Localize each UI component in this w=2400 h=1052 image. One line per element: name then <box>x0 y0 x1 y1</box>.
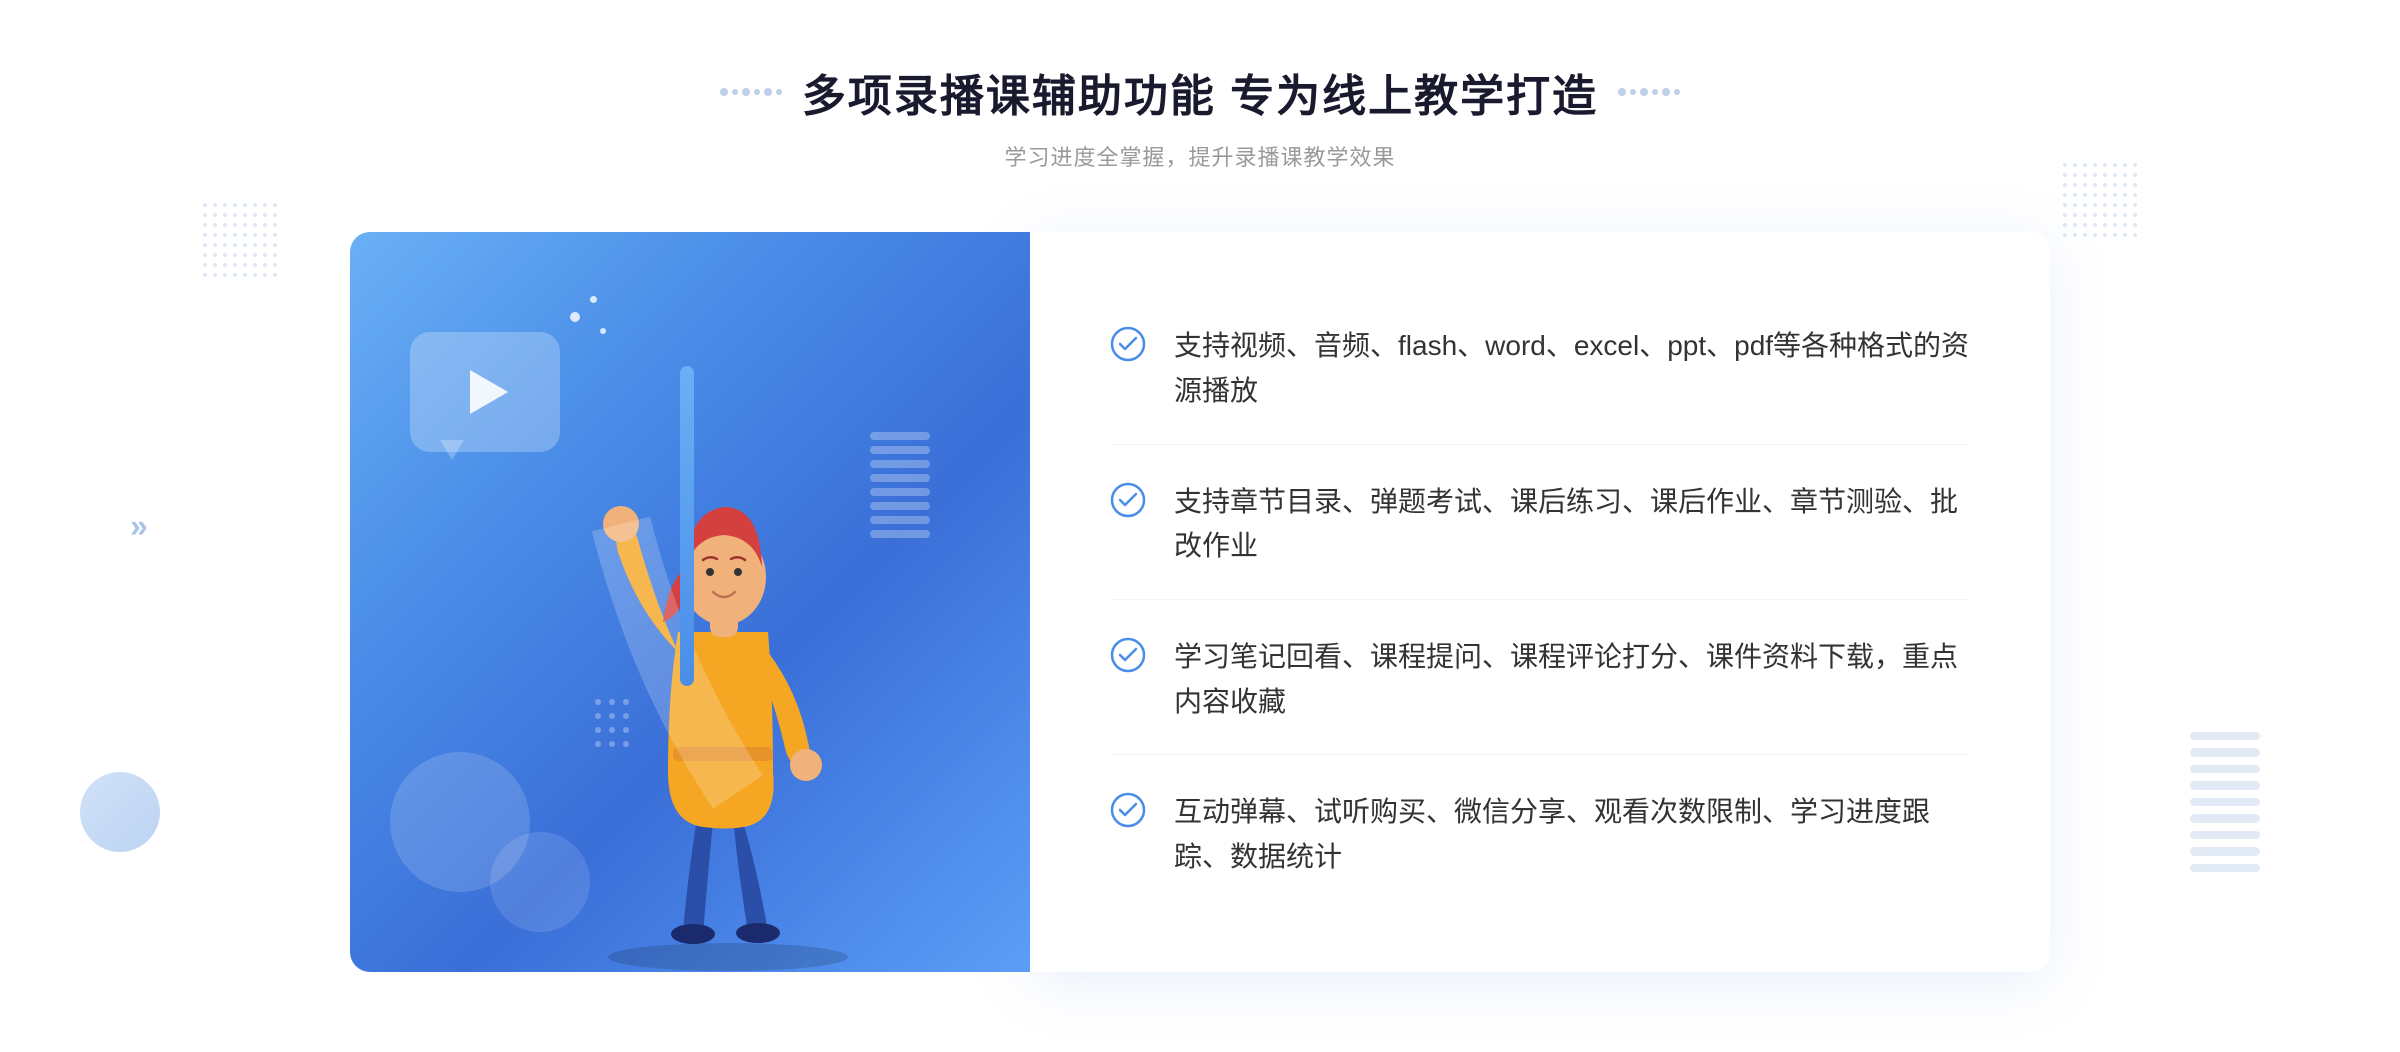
page-title: 多项录播课辅助功能 专为线上教学打造 <box>802 60 1598 124</box>
dots-left-deco <box>720 88 782 96</box>
features-card: 支持视频、音频、flash、word、excel、ppt、pdf等各种格式的资源… <box>1030 232 2050 972</box>
feature-item-4: 互动弹幕、试听购买、微信分享、观看次数限制、学习进度跟踪、数据统计 <box>1110 760 1970 910</box>
feature-item-1: 支持视频、音频、flash、word、excel、ppt、pdf等各种格式的资源… <box>1110 294 1970 445</box>
check-icon-2 <box>1110 482 1146 518</box>
card-accent-bar <box>680 366 694 686</box>
main-content: 支持视频、音频、flash、word、excel、ppt、pdf等各种格式的资源… <box>350 232 2050 972</box>
outer-circle-decoration <box>80 772 160 852</box>
feature-item-3: 学习笔记回看、课程提问、课程评论打分、课件资料下载，重点内容收藏 <box>1110 605 1970 756</box>
feature-text-1: 支持视频、音频、flash、word、excel、ppt、pdf等各种格式的资源… <box>1174 324 1970 414</box>
page-wrapper: » 多项录播课辅助功能 专为线上教学打造 学习进度全掌握，提升录播课教学效 <box>0 0 2400 1052</box>
dots-decoration-left <box>200 200 280 280</box>
outer-stripes-decoration <box>2190 732 2260 872</box>
figure-illustration <box>538 392 918 972</box>
chevron-left-icon: » <box>130 508 148 545</box>
feature-text-2: 支持章节目录、弹题考试、课后练习、课后作业、章节测验、批改作业 <box>1174 480 1970 570</box>
header-section: 多项录播课辅助功能 专为线上教学打造 学习进度全掌握，提升录播课教学效果 <box>720 60 1680 172</box>
page-subtitle: 学习进度全掌握，提升录播课教学效果 <box>720 140 1680 172</box>
play-icon <box>470 370 508 414</box>
check-icon-1 <box>1110 326 1146 362</box>
title-row: 多项录播课辅助功能 专为线上教学打造 <box>720 60 1680 124</box>
feature-text-4: 互动弹幕、试听购买、微信分享、观看次数限制、学习进度跟踪、数据统计 <box>1174 790 1970 880</box>
check-icon-4 <box>1110 792 1146 828</box>
feature-text-3: 学习笔记回看、课程提问、课程评论打分、课件资料下载，重点内容收藏 <box>1174 635 1970 725</box>
dots-decoration-right <box>2060 160 2140 240</box>
check-icon-3 <box>1110 637 1146 673</box>
dots-right-deco <box>1618 88 1680 96</box>
feature-item-2: 支持章节目录、弹题考试、课后练习、课后作业、章节测验、批改作业 <box>1110 450 1970 601</box>
